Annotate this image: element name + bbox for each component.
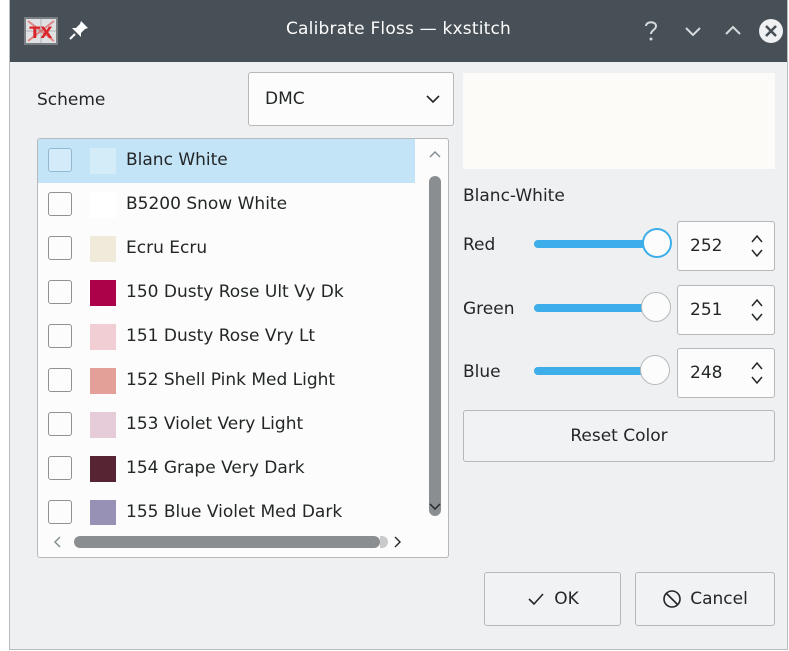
floss-list-item[interactable]: Ecru Ecru <box>38 227 415 271</box>
horizontal-scrollbar[interactable] <box>38 527 418 555</box>
blue-slider-fill <box>534 367 655 375</box>
red-label: Red <box>463 235 496 255</box>
floss-checkbox[interactable] <box>48 368 72 392</box>
red-slider-handle[interactable] <box>641 228 672 258</box>
floss-color-swatch <box>90 236 116 262</box>
blue-slider[interactable] <box>534 354 670 388</box>
floss-color-swatch <box>90 368 116 394</box>
help-button[interactable] <box>636 16 666 46</box>
chevron-down-icon <box>426 95 440 104</box>
floss-color-swatch <box>90 412 116 438</box>
cancel-icon <box>663 590 682 608</box>
floss-checkbox[interactable] <box>48 236 72 260</box>
floss-list-item[interactable]: 155 Blue Violet Med Dark <box>38 491 415 525</box>
vertical-scrollbar-thumb[interactable] <box>429 176 441 516</box>
red-value: 252 <box>690 236 723 256</box>
floss-label: Blanc White <box>126 150 228 170</box>
blue-spinbox[interactable]: 248 <box>677 348 775 398</box>
vertical-scrollbar[interactable] <box>421 139 447 525</box>
floss-label: 154 Grape Very Dark <box>126 458 305 478</box>
red-slider[interactable] <box>534 227 672 261</box>
floss-label: B5200 Snow White <box>126 194 288 214</box>
floss-color-swatch <box>90 148 116 174</box>
window-title: Calibrate Floss — kxstitch <box>285 19 512 39</box>
floss-list-item[interactable]: 154 Grape Very Dark <box>38 447 415 491</box>
maximize-button[interactable] <box>718 16 748 46</box>
reset-color-button[interactable]: Reset Color <box>463 410 775 462</box>
floss-color-swatch <box>90 280 116 306</box>
chevron-down-icon <box>685 27 701 37</box>
calibrate-floss-dialog: TX Calibrate Floss — kxstitch Scheme DMC… <box>9 0 788 650</box>
green-label: Green <box>463 299 515 319</box>
floss-color-swatch <box>90 456 116 482</box>
color-preview <box>463 73 775 169</box>
scheme-combobox[interactable]: DMC <box>248 72 454 126</box>
scroll-up-arrow-icon[interactable] <box>428 149 442 159</box>
floss-list-item[interactable]: B5200 Snow White <box>38 183 415 227</box>
green-value: 251 <box>690 300 723 320</box>
blue-value: 248 <box>690 363 723 383</box>
floss-checkbox[interactable] <box>48 192 72 216</box>
minimize-button[interactable] <box>678 16 708 46</box>
ok-button-label: OK <box>554 589 579 609</box>
floss-color-swatch <box>90 324 116 350</box>
question-mark-icon <box>645 21 658 41</box>
green-slider-handle[interactable] <box>641 292 672 322</box>
close-icon <box>759 19 783 43</box>
floss-checkbox[interactable] <box>48 324 72 348</box>
floss-label: 155 Blue Violet Med Dark <box>126 502 343 522</box>
floss-list-item[interactable]: 153 Violet Very Light <box>38 403 415 447</box>
chevron-up-icon <box>725 25 741 35</box>
green-slider-fill <box>534 304 657 312</box>
floss-list-item[interactable]: 152 Shell Pink Med Light <box>38 359 415 403</box>
floss-list-viewport: Blanc White B5200 Snow White Ecru Ecru 150 … <box>38 139 418 525</box>
floss-label: 150 Dusty Rose Ult Vy Dk <box>126 282 344 302</box>
floss-list-item[interactable]: 150 Dusty Rose Ult Vy Dk <box>38 271 415 315</box>
floss-checkbox[interactable] <box>48 500 72 524</box>
floss-label: Ecru Ecru <box>126 238 208 258</box>
red-slider-fill <box>534 240 657 248</box>
title-bar[interactable]: TX Calibrate Floss — kxstitch <box>10 0 787 62</box>
floss-color-swatch <box>90 500 116 525</box>
scheme-value: DMC <box>265 89 305 109</box>
cancel-button-label: Cancel <box>690 589 748 609</box>
floss-list-item[interactable]: Blanc White <box>38 139 415 183</box>
horizontal-scrollbar-thumb[interactable] <box>74 536 380 548</box>
scroll-left-arrow-icon[interactable] <box>52 535 62 549</box>
floss-checkbox[interactable] <box>48 280 72 304</box>
checkmark-icon <box>528 593 544 606</box>
selected-color-name: Blanc-White <box>463 186 565 206</box>
floss-checkbox[interactable] <box>48 456 72 480</box>
floss-list[interactable]: Blanc White B5200 Snow White Ecru Ecru 150 … <box>37 138 449 558</box>
close-button[interactable] <box>756 16 786 46</box>
scheme-label: Scheme <box>37 90 106 110</box>
scroll-down-arrow-icon[interactable] <box>428 502 442 512</box>
red-spinbox[interactable]: 252 <box>677 221 775 271</box>
floss-list-item[interactable]: 151 Dusty Rose Vry Lt <box>38 315 415 359</box>
up-down-arrows-icon[interactable] <box>750 296 764 324</box>
horizontal-scrollbar-groove <box>380 536 388 548</box>
blue-slider-handle[interactable] <box>640 355 670 385</box>
floss-color-swatch <box>90 192 116 218</box>
floss-checkbox[interactable] <box>48 148 72 172</box>
ok-button[interactable]: OK <box>484 572 621 626</box>
green-slider[interactable] <box>534 291 672 325</box>
floss-label: 151 Dusty Rose Vry Lt <box>126 326 316 346</box>
up-down-arrows-icon[interactable] <box>750 232 764 260</box>
up-down-arrows-icon[interactable] <box>750 359 764 387</box>
floss-label: 152 Shell Pink Med Light <box>126 370 336 390</box>
floss-checkbox[interactable] <box>48 412 72 436</box>
floss-label: 153 Violet Very Light <box>126 414 304 434</box>
cancel-button[interactable]: Cancel <box>635 572 775 626</box>
green-spinbox[interactable]: 251 <box>677 285 775 335</box>
scroll-right-arrow-icon[interactable] <box>393 535 403 549</box>
blue-label: Blue <box>463 362 501 382</box>
